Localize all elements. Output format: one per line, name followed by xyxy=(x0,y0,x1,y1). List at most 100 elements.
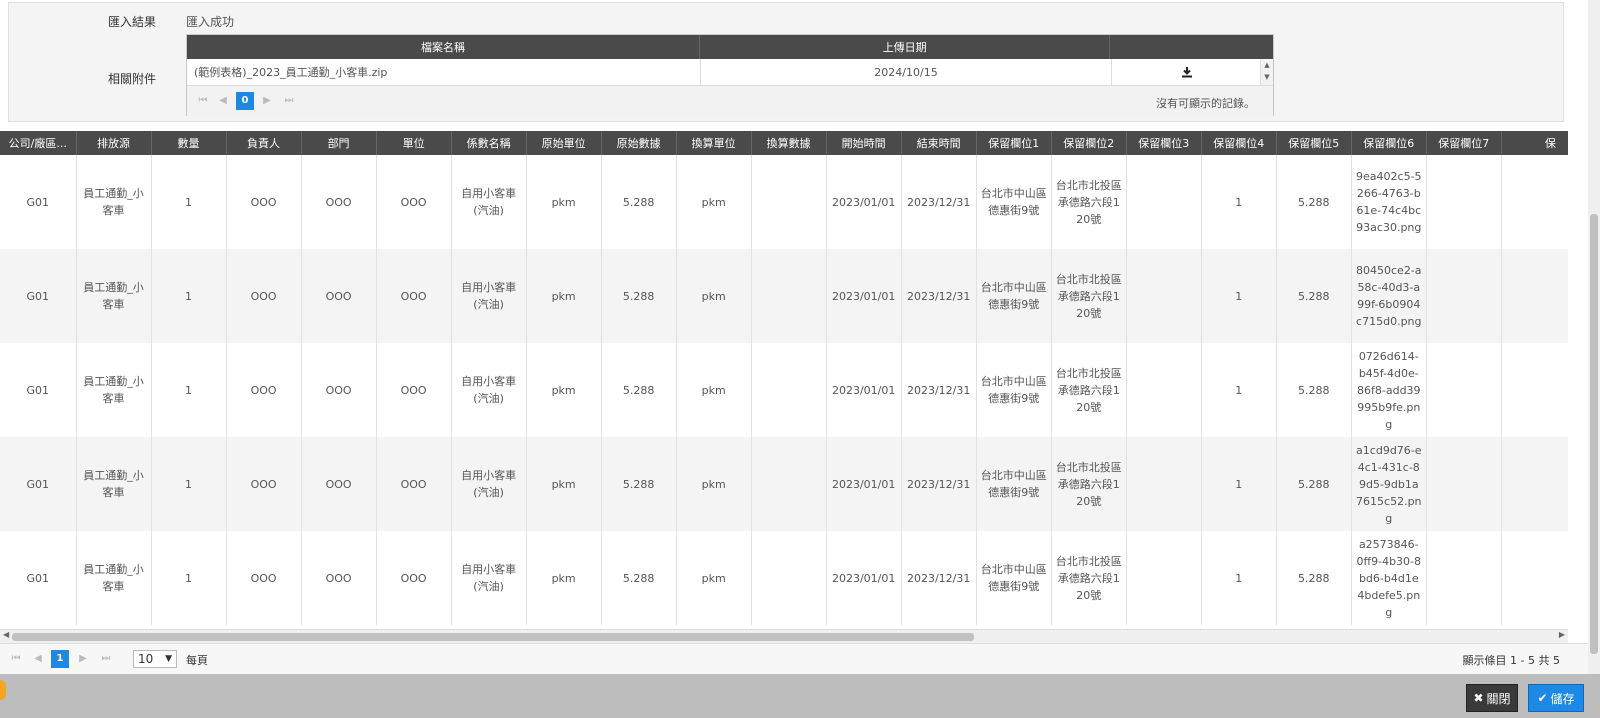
table-cell: 台北市中山區德惠街9號 xyxy=(976,531,1052,625)
table-cell: 員工通勤_小客車 xyxy=(76,249,152,343)
scroll-left-arrow[interactable]: ◀ xyxy=(3,630,9,639)
first-page-button[interactable]: ⏮ xyxy=(195,93,211,109)
next-page-button[interactable]: ▶ xyxy=(259,93,275,109)
column-header[interactable]: 換算數據 xyxy=(751,131,827,155)
column-header[interactable]: 保 xyxy=(1501,131,1568,155)
attachment-row[interactable]: (範例表格)_2023_員工通勤_小客車.zip 2024/10/15 xyxy=(187,59,1273,86)
table-cell: G01 xyxy=(0,249,77,343)
table-cell: 1 xyxy=(1201,343,1277,437)
close-button[interactable]: ✖ 關閉 xyxy=(1466,684,1518,712)
column-header[interactable]: 結束時間 xyxy=(901,131,977,155)
table-cell: G01 xyxy=(0,531,77,625)
table-cell xyxy=(1501,531,1568,625)
table-cell: 自用小客車(汽油) xyxy=(451,343,527,437)
table-cell xyxy=(751,343,827,437)
column-header[interactable]: 換算單位 xyxy=(676,131,752,155)
column-header-upload-date[interactable]: 上傳日期 xyxy=(700,35,1111,59)
attachment-upload-date: 2024/10/15 xyxy=(701,59,1112,85)
table-row[interactable]: G01 員工通勤_小客車 1 OOO OOO OOO 自用小客車(汽油) pkm 5.288 pk… xyxy=(0,343,1568,437)
table-row[interactable]: G01 員工通勤_小客車 1 OOO OOO OOO 自用小客車(汽油) pkm 5.288 pk… xyxy=(0,437,1568,531)
next-page-button[interactable]: ▶ xyxy=(75,651,91,667)
download-icon xyxy=(1182,67,1192,78)
table-cell: 自用小客車(汽油) xyxy=(451,249,527,343)
table-cell: 5.288 xyxy=(1276,343,1352,437)
table-cell: 2023/01/01 xyxy=(826,531,902,625)
table-cell xyxy=(1126,437,1202,531)
column-header[interactable]: 保留欄位2 xyxy=(1051,131,1127,155)
column-header[interactable]: 原始單位 xyxy=(526,131,602,155)
column-header[interactable]: 係數名稱 xyxy=(451,131,527,155)
column-header[interactable]: 單位 xyxy=(376,131,452,155)
prev-page-button[interactable]: ◀ xyxy=(30,651,46,667)
horizontal-scrollbar[interactable]: ◀ ▶ xyxy=(0,629,1568,643)
column-header[interactable]: 保留欄位4 xyxy=(1201,131,1277,155)
scroll-right-arrow[interactable]: ▶ xyxy=(1559,630,1565,639)
table-cell: 台北市北投區承德路六段120號 xyxy=(1051,343,1127,437)
column-header[interactable]: 原始數據 xyxy=(601,131,677,155)
floating-indicator[interactable] xyxy=(0,680,6,700)
vertical-scroll-thumb[interactable] xyxy=(1590,214,1598,654)
table-row[interactable]: G01 員工通勤_小客車 1 OOO OOO OOO 自用小客車(汽油) pkm 5.288 pk… xyxy=(0,249,1568,343)
table-cell: 5.288 xyxy=(1276,249,1352,343)
current-page-indicator[interactable]: 1 xyxy=(51,650,69,668)
column-header[interactable]: 保留欄位7 xyxy=(1426,131,1502,155)
attachments-grid-header: 檔案名稱 上傳日期 xyxy=(187,35,1273,59)
table-cell: OOO xyxy=(376,155,452,249)
table-cell xyxy=(751,155,827,249)
table-cell: OOO xyxy=(226,531,302,625)
attachments-vertical-scrollbar[interactable]: ▲ ▼ xyxy=(1260,59,1273,85)
table-cell: OOO xyxy=(301,343,377,437)
column-header[interactable]: 開始時間 xyxy=(826,131,902,155)
save-button[interactable]: ✔ 儲存 xyxy=(1528,684,1584,712)
prev-page-button[interactable]: ◀ xyxy=(215,93,231,109)
table-cell: 5.288 xyxy=(1276,155,1352,249)
table-cell: 台北市北投區承德路六段120號 xyxy=(1051,249,1127,343)
empty-records-text: 沒有可顯示的記錄。 xyxy=(1156,97,1255,110)
table-row[interactable]: G01 員工通勤_小客車 1 OOO OOO OOO 自用小客車(汽油) pkm 5.288 pk… xyxy=(0,531,1568,625)
table-cell: 2023/12/31 xyxy=(901,343,977,437)
column-header[interactable]: 部門 xyxy=(301,131,377,155)
table-cell: 自用小客車(汽油) xyxy=(451,531,527,625)
page-size-value: 10 xyxy=(138,652,154,666)
table-cell: OOO xyxy=(226,343,302,437)
attachments-pager: ⏮ ◀ 0 ▶ ⏭ 沒有可顯示的記錄。 xyxy=(187,86,1273,116)
attachment-file-name: (範例表格)_2023_員工通勤_小客車.zip xyxy=(187,59,701,85)
data-grid-pager: ⏮ ◀ 1 ▶ ⏭ 10 ▼ 每頁 顯示條目 1 - 5 共 5 xyxy=(0,643,1588,674)
table-cell: 2023/12/31 xyxy=(901,437,977,531)
current-page-indicator[interactable]: 0 xyxy=(236,92,254,110)
data-grid-header: 公司/廠區... 排放源 數量 負責人 部門 單位 係數名稱 原始單位 原始數據 換算單位 換算數據… xyxy=(0,131,1568,155)
table-cell: 1 xyxy=(1201,155,1277,249)
table-cell: pkm xyxy=(676,343,752,437)
table-cell: 1 xyxy=(151,249,227,343)
column-header[interactable]: 保留欄位3 xyxy=(1126,131,1202,155)
column-header[interactable]: 公司/廠區... xyxy=(0,131,77,155)
download-button[interactable] xyxy=(1112,59,1262,85)
table-cell: 員工通勤_小客車 xyxy=(76,155,152,249)
column-header[interactable]: 保留欄位6 xyxy=(1351,131,1427,155)
column-header[interactable]: 負責人 xyxy=(226,131,302,155)
column-header[interactable]: 保留欄位1 xyxy=(976,131,1052,155)
column-header[interactable]: 排放源 xyxy=(76,131,152,155)
column-header-file-name[interactable]: 檔案名稱 xyxy=(187,35,701,59)
last-page-button[interactable]: ⏭ xyxy=(98,651,114,667)
first-page-button[interactable]: ⏮ xyxy=(8,651,24,667)
table-cell: 9ea402c5-5266-4763-b61e-74c4bc93ac30.png xyxy=(1351,155,1427,249)
import-result-label: 匯入結果 xyxy=(108,15,157,29)
table-cell: pkm xyxy=(526,531,602,625)
table-cell: 員工通勤_小客車 xyxy=(76,531,152,625)
attachments-grid: 檔案名稱 上傳日期 (範例表格)_2023_員工通勤_小客車.zip 2024/… xyxy=(186,34,1274,116)
column-header[interactable]: 保留欄位5 xyxy=(1276,131,1352,155)
table-cell xyxy=(1426,437,1502,531)
table-cell: 台北市北投區承德路六段120號 xyxy=(1051,155,1127,249)
table-cell xyxy=(751,531,827,625)
horizontal-scroll-thumb[interactable] xyxy=(12,633,974,641)
column-header[interactable]: 數量 xyxy=(151,131,227,155)
table-row[interactable]: G01 員工通勤_小客車 1 OOO OOO OOO 自用小客車(汽油) pkm 5.288 pk… xyxy=(0,155,1568,249)
table-cell: OOO xyxy=(301,437,377,531)
table-cell xyxy=(1126,343,1202,437)
vertical-scrollbar[interactable] xyxy=(1588,0,1600,674)
page-size-select[interactable]: 10 ▼ xyxy=(133,650,177,668)
table-cell: 0726d614-b45f-4d0e-86f8-add39995b9fe.png xyxy=(1351,343,1427,437)
last-page-button[interactable]: ⏭ xyxy=(281,93,297,109)
table-cell: 5.288 xyxy=(601,437,677,531)
